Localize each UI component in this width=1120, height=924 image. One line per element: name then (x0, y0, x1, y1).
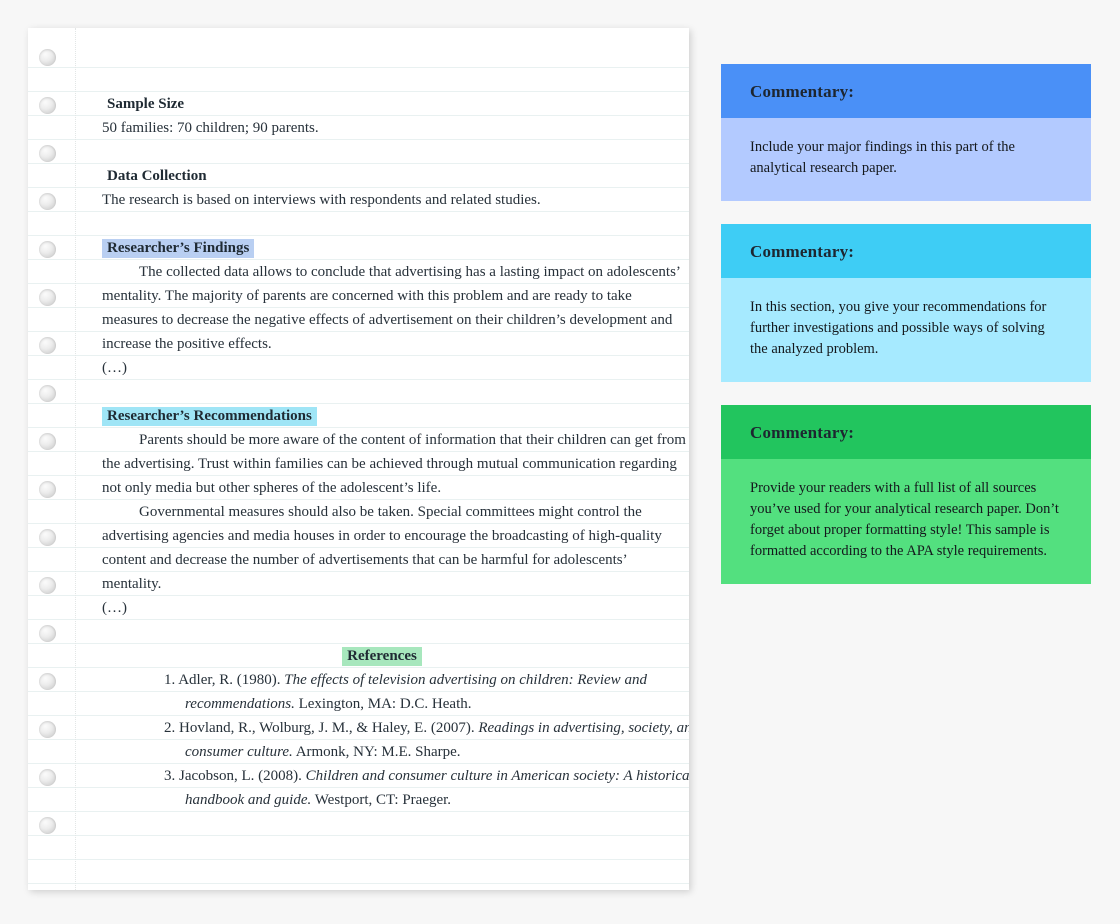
paragraph-line: advertising agencies and media houses in… (102, 528, 662, 544)
reference-entry-continuation: consumer culture. Armonk, NY: M.E. Sharp… (75, 740, 689, 764)
paragraph-line: measures to decrease the negative effect… (102, 312, 673, 328)
commentary-heading: Commentary: (721, 224, 1091, 278)
references-heading-label: References (342, 647, 422, 666)
paragraph-line: content and decrease the number of adver… (102, 552, 628, 568)
paragraph-line: not only media but other spheres of the … (102, 480, 442, 496)
binder-hole (39, 673, 56, 690)
binder-hole (39, 241, 56, 258)
binder-holes (28, 28, 75, 890)
paragraph-line: 50 families: 70 children; 90 parents. (102, 120, 319, 136)
reference-entry: 2. Hovland, R., Wolburg, J. M., & Haley,… (75, 716, 689, 740)
reference-number: 1. (164, 672, 176, 688)
commentary-recommendations: Commentary: In this section, you give you… (721, 224, 1091, 382)
reference-title-continuation: handbook and guide. (185, 792, 312, 808)
reference-entry-continuation: handbook and guide. Westport, CT: Praege… (75, 788, 689, 812)
section-heading-label: Sample Size (107, 96, 185, 112)
paragraph-line: (…) (102, 600, 127, 616)
section-heading: Researcher’s Findings (75, 236, 689, 260)
binder-hole (39, 433, 56, 450)
binder-hole (39, 193, 56, 210)
paragraph-line: Parents should be more aware of the cont… (139, 432, 686, 448)
commentary-panel: Commentary: Include your major findings i… (721, 64, 1091, 607)
section-heading: Researcher’s Recommendations (75, 404, 689, 428)
section-heading-label: Researcher’s Recommendations (102, 407, 317, 426)
binder-hole (39, 577, 56, 594)
paragraph-line: mentality. (102, 576, 162, 592)
reference-publisher: Armonk, NY: M.E. Sharpe. (292, 744, 461, 760)
binder-hole (39, 481, 56, 498)
section-heading: Sample Size (75, 92, 689, 116)
section-heading-label: Researcher’s Findings (102, 239, 255, 258)
reference-title-continuation: consumer culture. (185, 744, 293, 760)
reference-publisher: Lexington, MA: D.C. Heath. (294, 696, 472, 712)
commentary-findings: Commentary: Include your major findings i… (721, 64, 1091, 201)
reference-author-year: Jacobson, L. (2008). (179, 768, 306, 784)
reference-publisher: Westport, CT: Praeger. (311, 792, 452, 808)
reference-entry: 1. Adler, R. (1980). The effects of tele… (75, 668, 689, 692)
reference-entry: 3. Jacobson, L. (2008). Children and con… (75, 764, 689, 788)
binder-hole (39, 529, 56, 546)
reference-number: 2. (164, 720, 176, 736)
section-heading-label: Data Collection (107, 168, 207, 184)
notebook-page: Sample Size 50 families: 70 children; 90 … (28, 28, 689, 890)
commentary-heading: Commentary: (721, 64, 1091, 118)
document-body-lines: Sample Size 50 families: 70 children; 90 … (75, 44, 689, 644)
paragraph-line: (…) (102, 360, 127, 376)
reference-number: 3. (164, 768, 176, 784)
reference-title-continuation: recommendations. (185, 696, 295, 712)
references-list: 1. Adler, R. (1980). The effects of tele… (75, 668, 689, 812)
binder-hole (39, 49, 56, 66)
commentary-heading: Commentary: (721, 405, 1091, 459)
reference-title: Children and consumer culture in America… (305, 768, 689, 784)
commentary-body: Include your major findings in this part… (721, 118, 1091, 201)
commentary-body: In this section, you give your recommend… (721, 278, 1091, 382)
binder-hole (39, 289, 56, 306)
references-heading: References (75, 644, 689, 668)
section-heading: Data Collection (75, 164, 689, 188)
paragraph-line: the advertising. Trust within families c… (102, 456, 677, 472)
reference-author-year: Hovland, R., Wolburg, J. M., & Haley, E.… (179, 720, 479, 736)
commentary-references: Commentary: Provide your readers with a f… (721, 405, 1091, 584)
binder-hole (39, 97, 56, 114)
reference-title: Readings in advertising, society, and (478, 720, 689, 736)
paragraph-line: mentality. The majority of parents are c… (102, 288, 632, 304)
reference-author-year: Adler, R. (1980). (178, 672, 285, 688)
binder-hole (39, 385, 56, 402)
paragraph-line: Governmental measures should also be tak… (139, 504, 642, 520)
document-text: Sample Size 50 families: 70 children; 90 … (75, 44, 689, 890)
commentary-body: Provide your readers with a full list of… (721, 459, 1091, 584)
binder-hole (39, 721, 56, 738)
paragraph-line: The research is based on interviews with… (102, 192, 541, 208)
reference-entry-continuation: recommendations. Lexington, MA: D.C. Hea… (75, 692, 689, 716)
binder-hole (39, 337, 56, 354)
reference-title: The effects of television advertising on… (284, 672, 647, 688)
binder-hole (39, 145, 56, 162)
paragraph-line: increase the positive effects. (102, 336, 272, 352)
binder-hole (39, 817, 56, 834)
binder-hole (39, 625, 56, 642)
paragraph-line: The collected data allows to conclude th… (139, 264, 681, 280)
binder-hole (39, 769, 56, 786)
